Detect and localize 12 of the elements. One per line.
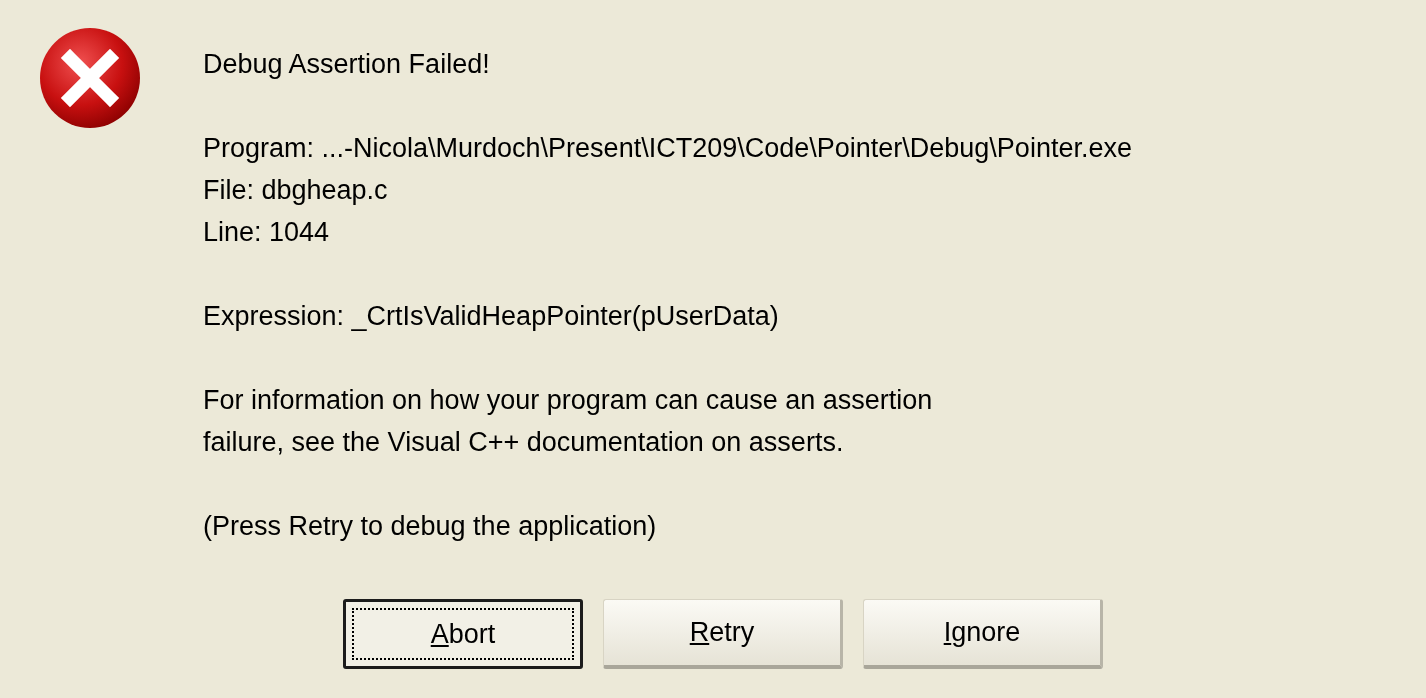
dialog-button[interactable]: Retry xyxy=(603,599,843,669)
message-text: Expression: _CrtIsValidHeapPointer(pUserData) xyxy=(203,300,780,333)
message-text: Line: 1044 xyxy=(203,216,331,249)
message-text: failure, see the Visual C++ documentation on asserts. xyxy=(203,426,845,459)
message-text: (Press Retry to debug the application) xyxy=(203,510,658,543)
message-text: Program: ...-Nicola\Murdoch\Present\ICT209\Code\Pointer\Debug\Pointer.exe xyxy=(203,132,1132,165)
dialog-button[interactable]: Ignore xyxy=(863,599,1103,669)
dialog-button[interactable]: Abort xyxy=(343,599,583,669)
error-icon xyxy=(38,26,142,130)
message-text: Debug Assertion Failed! xyxy=(203,48,491,81)
message-text: File: dbgheap.c xyxy=(203,174,389,207)
message-text: For information on how your program can cause an assertion xyxy=(203,384,934,417)
